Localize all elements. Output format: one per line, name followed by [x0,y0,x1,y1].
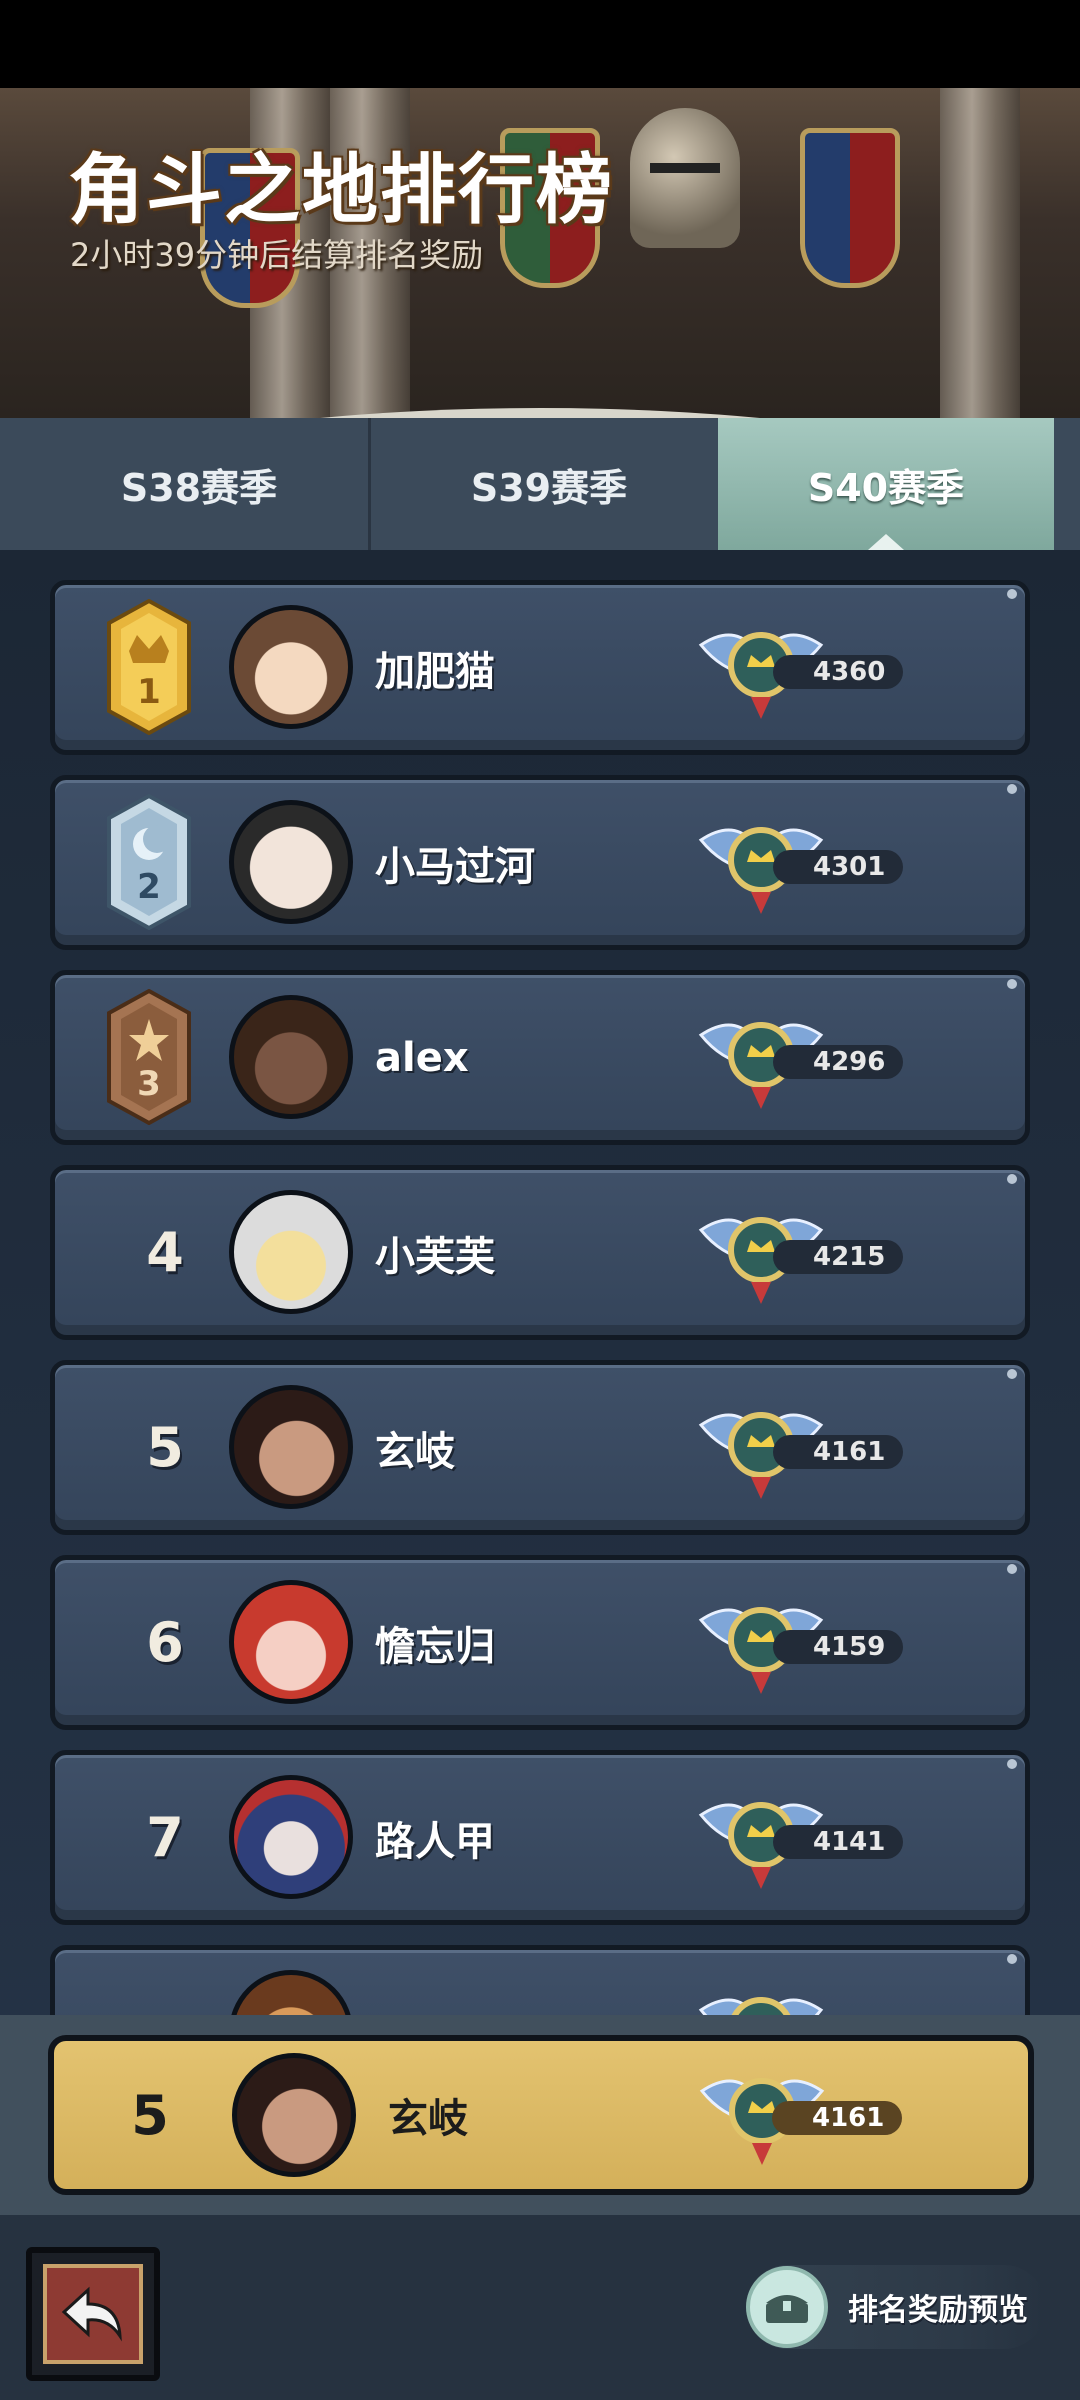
bronze-star-badge-icon: 3 [107,989,191,1125]
avatar[interactable] [229,1970,353,2015]
season-tabs: S38赛季 S39赛季 S40赛季 [0,418,1080,550]
banner-curve [0,408,1080,418]
leaderboard-row[interactable]: 4 小芙芙 4215 [50,1165,1030,1340]
pillar-decoration [940,88,1020,418]
avatar[interactable] [229,605,353,729]
back-arrow-icon [61,2286,122,2342]
shield-decoration [800,128,900,288]
tab-s40[interactable]: S40赛季 [718,418,1054,550]
player-name: alex [375,1034,469,1081]
score-badge: 4141 [773,1825,903,1859]
svg-text:2: 2 [137,867,161,907]
score-badge: 4360 [773,655,903,689]
avatar[interactable] [229,800,353,924]
my-score-badge: 4161 [772,2101,902,2135]
reward-preview-button[interactable]: 排名奖励预览 [746,2265,1046,2349]
my-rank-bar: 5 玄岐 4161 [0,2015,1080,2215]
avatar[interactable] [229,1190,353,1314]
back-button-face [43,2264,143,2364]
player-name: 路人甲 [375,1818,495,1865]
reward-preview-label: 排名奖励预览 [848,2293,1028,2328]
my-rank-row[interactable]: 5 玄岐 4161 [48,2035,1034,2195]
player-name: 小马过河 [375,843,535,890]
player-name: 小芙芙 [375,1233,495,1280]
settlement-countdown: 2小时39分钟后结算排名奖励 [70,236,484,274]
my-player-name: 玄岐 [388,2096,468,2142]
player-name: 加肥猫 [375,648,495,695]
leaderboard-list[interactable]: 1 加肥猫 4360 2 小马过河 4301 3 alex 4296 4 小芙芙… [0,550,1080,2015]
tab-s39[interactable]: S39赛季 [380,418,721,550]
score-badge: 4296 [773,1045,903,1079]
rank-number: 6 [146,1611,184,1674]
avatar[interactable] [229,1775,353,1899]
avatar[interactable] [229,1580,353,1704]
my-avatar[interactable] [232,2053,356,2177]
score-badge: 4159 [773,1630,903,1664]
leaderboard-row[interactable]: 1 加肥猫 4360 [50,580,1030,755]
leaderboard-row[interactable]: 2 小马过河 4301 [50,775,1030,950]
score-badge: 4301 [773,850,903,884]
leaderboard-row[interactable] [50,1945,1030,2015]
bottom-bar: 排名奖励预览 [0,2215,1080,2400]
player-name: 憺忘归 [375,1623,495,1670]
leaderboard-row[interactable]: 6 憺忘归 4159 [50,1555,1030,1730]
score-badge: 4161 [773,1435,903,1469]
avatar[interactable] [229,1385,353,1509]
avatar[interactable] [229,995,353,1119]
silver-moon-badge-icon: 2 [107,794,191,930]
treasure-chest-icon [746,2266,828,2348]
svg-text:3: 3 [137,1064,161,1104]
leaderboard-row[interactable]: 7 路人甲 4141 [50,1750,1030,1925]
rank-number: 4 [146,1221,184,1284]
rank-number: 5 [146,1416,184,1479]
rank-emblem-icon [698,1997,824,2015]
tab-s38[interactable]: S38赛季 [30,418,371,550]
gold-crown-badge-icon: 1 [107,599,191,735]
status-bar [0,0,1080,88]
page-title: 角斗之地排行榜 [68,145,614,234]
helmet-decoration [630,108,740,248]
rank-number: 7 [146,1806,184,1869]
my-rank-number: 5 [131,2083,169,2147]
banner: 角斗之地排行榜 2小时39分钟后结算排名奖励 [0,88,1080,418]
leaderboard-row[interactable]: 3 alex 4296 [50,970,1030,1145]
leaderboard-row[interactable]: 5 玄岐 4161 [50,1360,1030,1535]
back-button[interactable] [26,2247,160,2381]
svg-text:1: 1 [137,672,161,712]
score-badge: 4215 [773,1240,903,1274]
player-name: 玄岐 [375,1428,455,1475]
